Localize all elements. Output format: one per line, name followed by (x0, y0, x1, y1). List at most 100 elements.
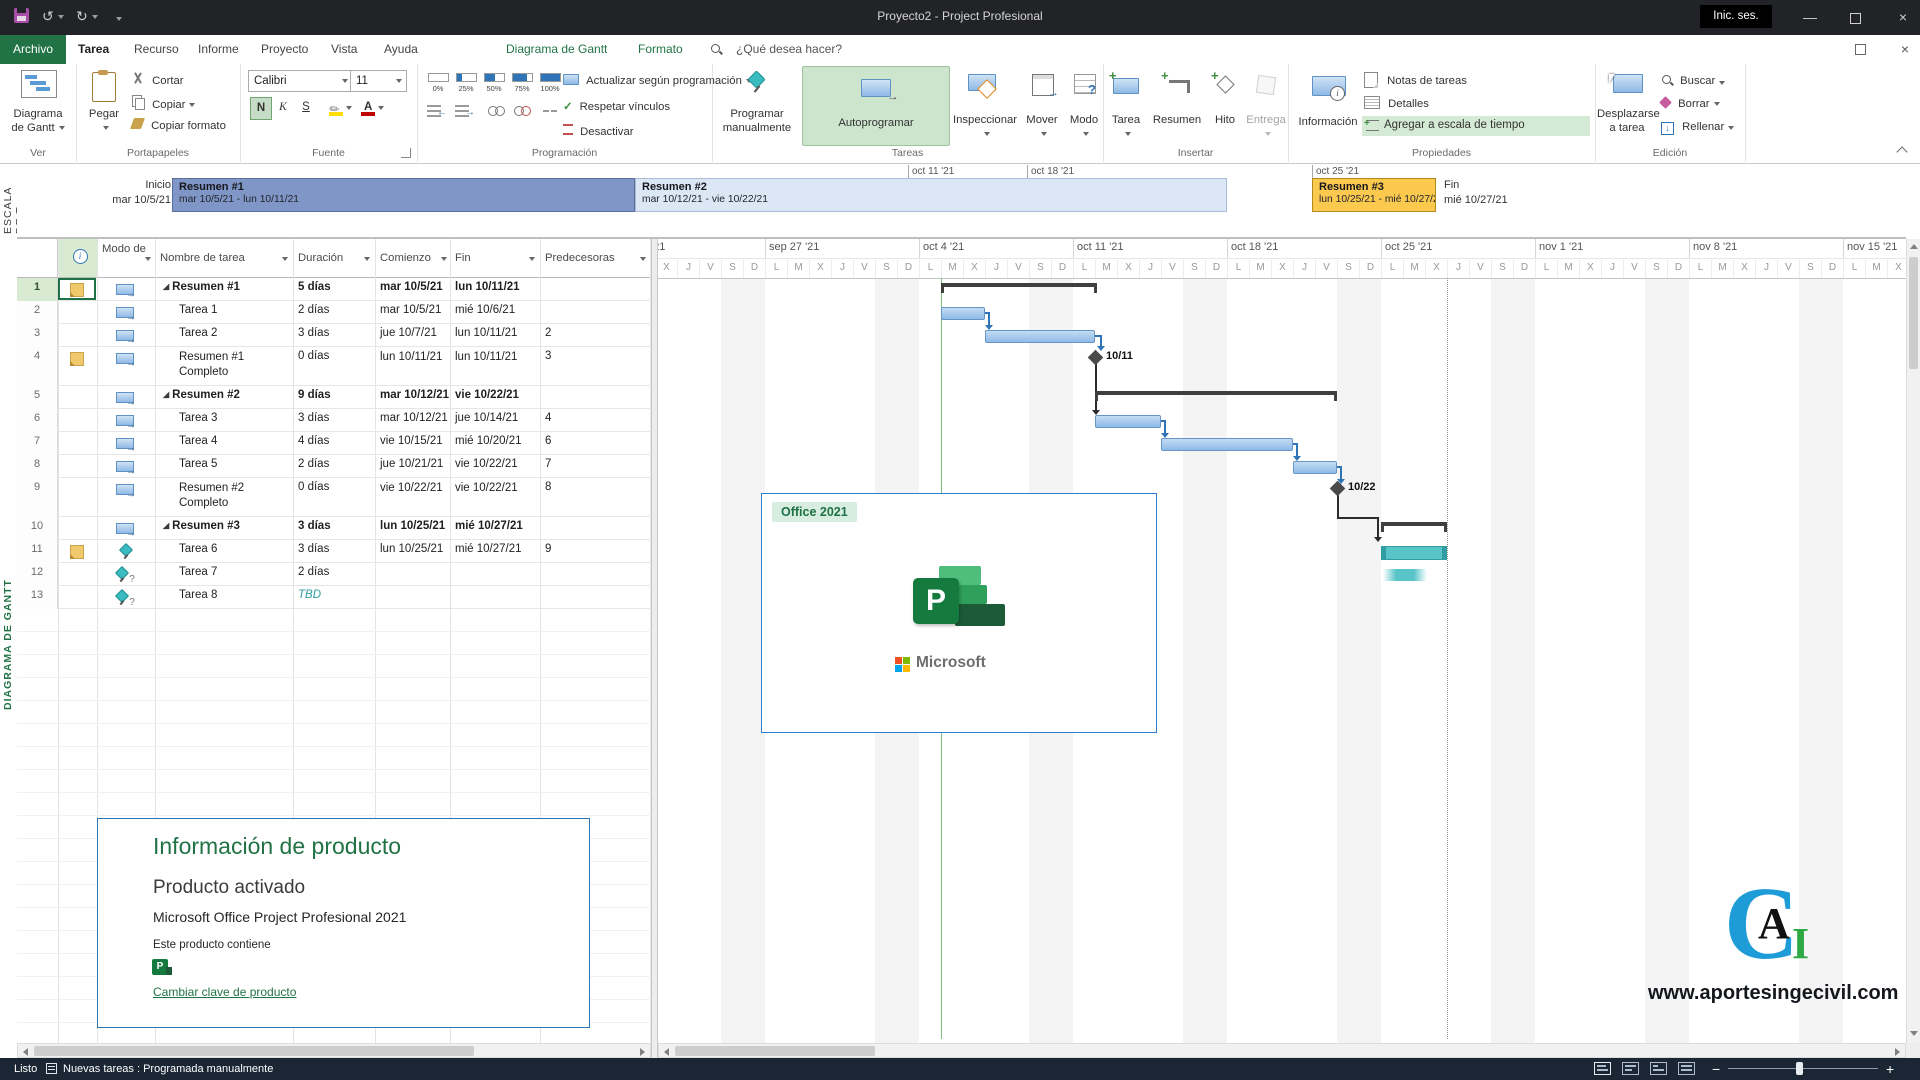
gantt-bar-summary[interactable] (1095, 391, 1337, 401)
column-header-predecessors[interactable]: Predecesoras (540, 239, 651, 278)
mode-cell[interactable] (97, 386, 155, 409)
duration-cell[interactable]: 3 días (293, 409, 375, 432)
cut-button[interactable]: Cortar (132, 72, 184, 87)
task-information-button[interactable]: i Información (1296, 66, 1360, 146)
row-number[interactable]: 8 (17, 455, 58, 478)
manually-schedule-button[interactable]: Programar manualmente (714, 66, 800, 146)
gantt-bar-manual[interactable] (1381, 546, 1447, 560)
start-cell[interactable]: jue 10/21/21 (375, 455, 450, 478)
percent-50%-button[interactable]: 50% (481, 68, 507, 98)
duration-cell[interactable]: 4 días (293, 432, 375, 455)
mode-button[interactable]: ? Modo (1066, 66, 1102, 146)
row-number[interactable]: 2 (17, 301, 58, 324)
row-number[interactable]: 10 (17, 517, 58, 540)
table-horizontal-scrollbar[interactable] (17, 1043, 651, 1058)
link-tasks-icon[interactable] (487, 102, 507, 120)
view-gantt-button[interactable] (1594, 1062, 1611, 1075)
chart-scroll-thumb[interactable] (675, 1046, 875, 1056)
column-header-indicators[interactable]: i (58, 239, 97, 278)
table-scroll-right-arrow[interactable] (640, 1048, 645, 1056)
chart-scroll-left-arrow[interactable] (664, 1048, 669, 1056)
find-button[interactable]: Buscar (1661, 74, 1725, 89)
start-cell[interactable] (375, 563, 450, 586)
indicator-cell[interactable] (58, 324, 97, 347)
underline-button[interactable]: S (296, 97, 316, 118)
gantt-bar-task[interactable] (941, 307, 985, 320)
view-team-planner-button[interactable] (1650, 1062, 1667, 1075)
indicator-cell[interactable] (58, 455, 97, 478)
expand-triangle-icon[interactable]: ◢ (163, 390, 169, 399)
predecessors-cell[interactable]: 3 (540, 347, 650, 386)
row-number[interactable]: 3 (17, 324, 58, 347)
mode-cell[interactable] (97, 324, 155, 347)
task-name-cell[interactable]: Tarea 4 (155, 432, 293, 455)
details-button[interactable]: Detalles (1364, 96, 1429, 112)
percent-100%-button[interactable]: 100% (537, 68, 563, 98)
mode-cell[interactable] (97, 301, 155, 324)
predecessors-cell[interactable] (540, 517, 650, 540)
duration-cell[interactable]: 5 días (293, 278, 375, 301)
auto-schedule-button[interactable]: → Autoprogramar (802, 66, 950, 146)
indicator-cell[interactable] (58, 563, 97, 586)
gantt-view-button[interactable]: Diagrama de Gantt (4, 68, 72, 146)
start-cell[interactable]: mar 10/5/21 (375, 301, 450, 324)
ribbon-close-icon[interactable]: × (1890, 38, 1920, 60)
start-cell[interactable]: mar 10/12/21 (375, 409, 450, 432)
start-cell[interactable]: lun 10/25/21 (375, 540, 450, 563)
finish-cell[interactable]: mié 10/27/21 (450, 517, 540, 540)
duration-cell[interactable]: 3 días (293, 324, 375, 347)
gantt-bar-task[interactable] (1161, 438, 1293, 451)
duration-cell[interactable]: TBD (293, 586, 375, 609)
predecessors-cell[interactable] (540, 386, 650, 409)
close-button[interactable]: × (1888, 6, 1918, 28)
insert-summary-button[interactable]: + Resumen (1149, 66, 1205, 146)
font-color-button[interactable]: A (358, 97, 384, 118)
minimize-button[interactable]: — (1795, 6, 1825, 28)
row-number[interactable]: 6 (17, 409, 58, 432)
table-scroll-thumb[interactable] (34, 1046, 474, 1056)
gantt-milestone[interactable] (1088, 350, 1104, 366)
duration-cell[interactable]: 9 días (293, 386, 375, 409)
indicator-cell[interactable] (58, 301, 97, 324)
collapse-ribbon-button[interactable] (1896, 146, 1907, 157)
mode-cell[interactable]: ? (97, 563, 155, 586)
duration-cell[interactable]: 3 días (293, 540, 375, 563)
mode-cell[interactable] (97, 540, 155, 563)
scroll-up-arrow[interactable] (1910, 244, 1918, 249)
ribbon-restore-icon[interactable] (1855, 44, 1866, 55)
finish-cell[interactable]: vie 10/22/21 (450, 455, 540, 478)
indicator-cell[interactable] (58, 347, 97, 386)
row-number[interactable]: 4 (17, 347, 58, 386)
insert-milestone-button[interactable]: + Hito (1207, 66, 1243, 146)
indicator-cell[interactable] (58, 517, 97, 540)
row-number[interactable]: 9 (17, 478, 58, 517)
finish-cell[interactable]: lun 10/11/21 (450, 324, 540, 347)
timeline-pane[interactable]: Iniciomar 10/5/21 Finmié 10/27/21 oct 11… (17, 165, 1906, 239)
row-number[interactable]: 5 (17, 386, 58, 409)
format-painter-button[interactable]: Copiar formato (132, 118, 226, 132)
row-number[interactable]: 12 (17, 563, 58, 586)
duration-cell[interactable]: 3 días (293, 517, 375, 540)
predecessors-cell[interactable] (540, 563, 650, 586)
start-cell[interactable]: lun 10/25/21 (375, 517, 450, 540)
zoom-in-button[interactable]: + (1886, 1061, 1894, 1077)
inspect-button[interactable]: Inspeccionar (952, 66, 1018, 146)
gantt-bar-task[interactable] (1293, 461, 1337, 474)
highlight-color-button[interactable]: ✎ (326, 97, 352, 118)
scroll-to-task-button[interactable]: Desplazarse a tarea (1597, 66, 1657, 146)
predecessors-cell[interactable]: 4 (540, 409, 650, 432)
task-name-cell[interactable]: Resumen #2 Completo (155, 478, 293, 517)
outdent-task-button[interactable]: ← (425, 102, 445, 120)
predecessors-cell[interactable] (540, 586, 650, 609)
timeline-bar[interactable]: Resumen #3lun 10/25/21 - mié 10/27/21 (1312, 178, 1436, 212)
duration-cell[interactable]: 2 días (293, 563, 375, 586)
start-cell[interactable]: jue 10/7/21 (375, 324, 450, 347)
task-name-cell[interactable]: Resumen #1 Completo (155, 347, 293, 386)
scroll-down-arrow[interactable] (1910, 1031, 1918, 1036)
predecessors-cell[interactable]: 8 (540, 478, 650, 517)
column-header-start[interactable]: Comienzo (375, 239, 450, 278)
finish-cell[interactable] (450, 586, 540, 609)
search-input[interactable]: ¿Qué desea hacer? (730, 35, 848, 64)
mode-cell[interactable]: ? (97, 586, 155, 609)
start-cell[interactable]: vie 10/15/21 (375, 432, 450, 455)
